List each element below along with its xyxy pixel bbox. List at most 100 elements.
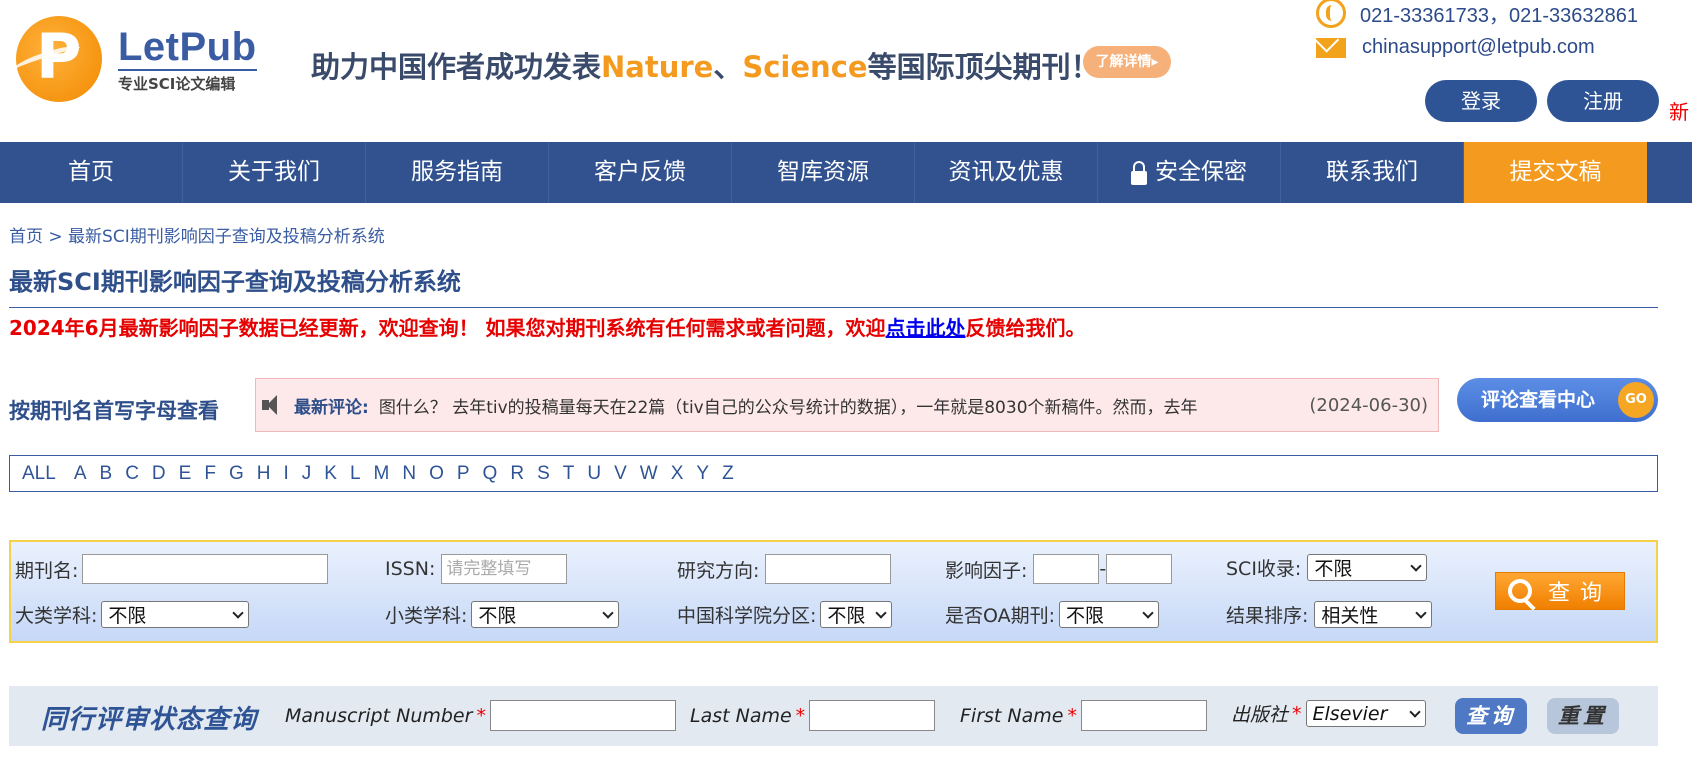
letter-filter-o[interactable]: O [429, 463, 444, 485]
chevron-down-icon [875, 606, 888, 619]
peer-review-status-form: 同行评审状态查询 Manuscript Number * Last Name *… [9, 686, 1658, 746]
letter-filter-m[interactable]: M [374, 463, 390, 485]
research-input[interactable] [765, 554, 892, 584]
letter-filter-x[interactable]: X [671, 463, 684, 485]
letter-filter-u[interactable]: U [587, 463, 601, 485]
last-name-label: Last Name [690, 704, 792, 727]
minor-subject-select[interactable]: 不限 [471, 601, 620, 628]
sci-label: SCI收录: [1226, 558, 1302, 580]
logo-mark: P [11, 16, 102, 102]
minor-subject-label: 小类学科: [385, 605, 468, 627]
latest-comment-ticker[interactable]: 最新评论: 图什么？ 去年tiv的投稿量每天在22篇（tiv自己的公众号统计的数… [255, 378, 1439, 432]
nav-about[interactable]: 关于我们 [183, 142, 366, 203]
oa-select[interactable]: 不限 [1059, 601, 1160, 628]
oa-label: 是否OA期刊: [945, 605, 1056, 627]
letter-section-label: 按期刊名首写字母查看 [9, 399, 219, 423]
letter-filter-f[interactable]: F [204, 463, 216, 485]
letter-filter-d[interactable]: D [152, 463, 166, 485]
notice-text: 2024年6月最新影响因子数据已经更新，欢迎查询！ 如果您对期刊系统有任何需求或… [9, 316, 886, 340]
impact-factor-max-input[interactable] [1106, 554, 1173, 584]
impact-factor-min-input[interactable] [1033, 554, 1100, 584]
letter-filter-z[interactable]: Z [722, 463, 734, 485]
letter-filter-v[interactable]: V [614, 463, 627, 485]
letter-filter-w[interactable]: W [640, 463, 658, 485]
issn-input[interactable] [441, 554, 568, 584]
learn-more-button[interactable]: 了解详情▸ [1083, 46, 1171, 78]
sort-select[interactable]: 相关性 [1314, 601, 1433, 628]
letter-filter-e[interactable]: E [179, 463, 192, 485]
letter-filter-b[interactable]: B [100, 463, 113, 485]
cas-zone-select[interactable]: 不限 [820, 601, 893, 628]
email-address[interactable]: chinasupport@letpub.com [1362, 36, 1595, 59]
lock-icon [1131, 160, 1147, 185]
first-name-input[interactable] [1080, 700, 1207, 731]
major-subject-field: 大类学科: 不限 [15, 601, 250, 628]
nav-services[interactable]: 服务指南 [366, 142, 549, 203]
login-button[interactable]: 登录 [1425, 80, 1537, 122]
peer-reset-button[interactable]: 重置 [1547, 698, 1619, 734]
chevron-down-icon [1408, 705, 1421, 718]
update-notice: 2024年6月最新影响因子数据已经更新，欢迎查询！ 如果您对期刊系统有任何需求或… [9, 312, 1086, 341]
slogan-part1: 助力中国作者成功发表 [311, 50, 602, 84]
comment-text[interactable]: 图什么？ 去年tiv的投稿量每天在22篇（tiv自己的公众号统计的数据），一年就… [379, 393, 1310, 418]
site-header: P LetPub 专业SCI论文编辑 助力中国作者成功发表Nature、Scie… [0, 0, 1692, 142]
sci-select[interactable]: 不限 [1307, 554, 1428, 581]
letter-filter-q[interactable]: Q [483, 463, 498, 485]
breadcrumb[interactable]: 首页 > 最新SCI期刊影响因子查询及投稿分析系统 [9, 222, 385, 247]
letter-filter-g[interactable]: G [229, 463, 244, 485]
required-mark: * [1067, 704, 1077, 727]
letter-filter-all[interactable]: ALL [22, 463, 56, 485]
nav-news[interactable]: 资讯及优惠 [915, 142, 1098, 203]
search-button[interactable]: 查询 [1495, 572, 1625, 610]
sort-value: 相关性 [1321, 605, 1379, 627]
last-name-input[interactable] [809, 700, 936, 731]
nav-resources[interactable]: 智库资源 [732, 142, 915, 203]
research-field: 研究方向: [677, 554, 892, 584]
nav-security[interactable]: 安全保密 [1098, 142, 1281, 203]
journal-name-field: 期刊名: [15, 554, 329, 584]
slogan-sep: 、 [713, 50, 743, 84]
letter-filter-c[interactable]: C [125, 463, 139, 485]
comment-label: 最新评论: [294, 397, 369, 418]
publisher-value: Elsevier [1312, 702, 1388, 725]
nav-submit-manuscript[interactable]: 提交文稿 [1464, 142, 1647, 203]
research-label: 研究方向: [677, 559, 760, 582]
title-divider [9, 307, 1658, 308]
manuscript-number-label: Manuscript Number [285, 704, 473, 727]
slogan-science: Science [742, 50, 868, 84]
journal-name-input[interactable] [82, 554, 329, 584]
mail-icon [1316, 37, 1346, 58]
manuscript-number-input[interactable] [489, 700, 676, 731]
letter-filter-t[interactable]: T [563, 463, 575, 485]
letter-filter-r[interactable]: R [510, 463, 524, 485]
letter-filter-l[interactable]: L [350, 463, 361, 485]
publisher-field: 出版社 * Elsevier [1231, 700, 1426, 727]
slogan-part2: 等国际顶尖期刊！ [867, 50, 1100, 84]
minor-subject-field: 小类学科: 不限 [385, 601, 620, 628]
peer-query-button[interactable]: 查询 [1455, 698, 1527, 734]
page-title: 最新SCI期刊影响因子查询及投稿分析系统 [9, 268, 461, 296]
publisher-select[interactable]: Elsevier [1305, 700, 1426, 727]
letter-filter-i[interactable]: I [283, 463, 288, 485]
nav-contact[interactable]: 联系我们 [1281, 142, 1464, 203]
major-subject-select[interactable]: 不限 [101, 601, 250, 628]
cas-zone-field: 中国科学院分区: 不限 [677, 601, 893, 628]
nav-feedback[interactable]: 客户反馈 [549, 142, 732, 203]
issn-label: ISSN: [385, 558, 436, 580]
letter-filter-j[interactable]: J [302, 463, 312, 485]
letter-filter-h[interactable]: H [257, 463, 271, 485]
letter-filter-y[interactable]: Y [696, 463, 709, 485]
phone-icon [1316, 0, 1346, 28]
impact-factor-field: 影响因子: - [945, 554, 1173, 584]
register-button[interactable]: 注册 [1547, 80, 1659, 122]
letter-filter-a[interactable]: A [74, 463, 87, 485]
nav-home[interactable]: 首页 [0, 142, 183, 203]
letter-filter-k[interactable]: K [324, 463, 337, 485]
feedback-link[interactable]: 点击此处 [886, 316, 966, 340]
letter-filter-s[interactable]: S [537, 463, 550, 485]
review-center-button[interactable]: 评论查看中心 GO [1457, 378, 1658, 422]
letter-filter-n[interactable]: N [402, 463, 416, 485]
side-new-text[interactable]: 新 [1669, 96, 1689, 125]
letpub-logo[interactable]: P LetPub 专业SCI论文编辑 [11, 16, 257, 102]
letter-filter-p[interactable]: P [457, 463, 470, 485]
